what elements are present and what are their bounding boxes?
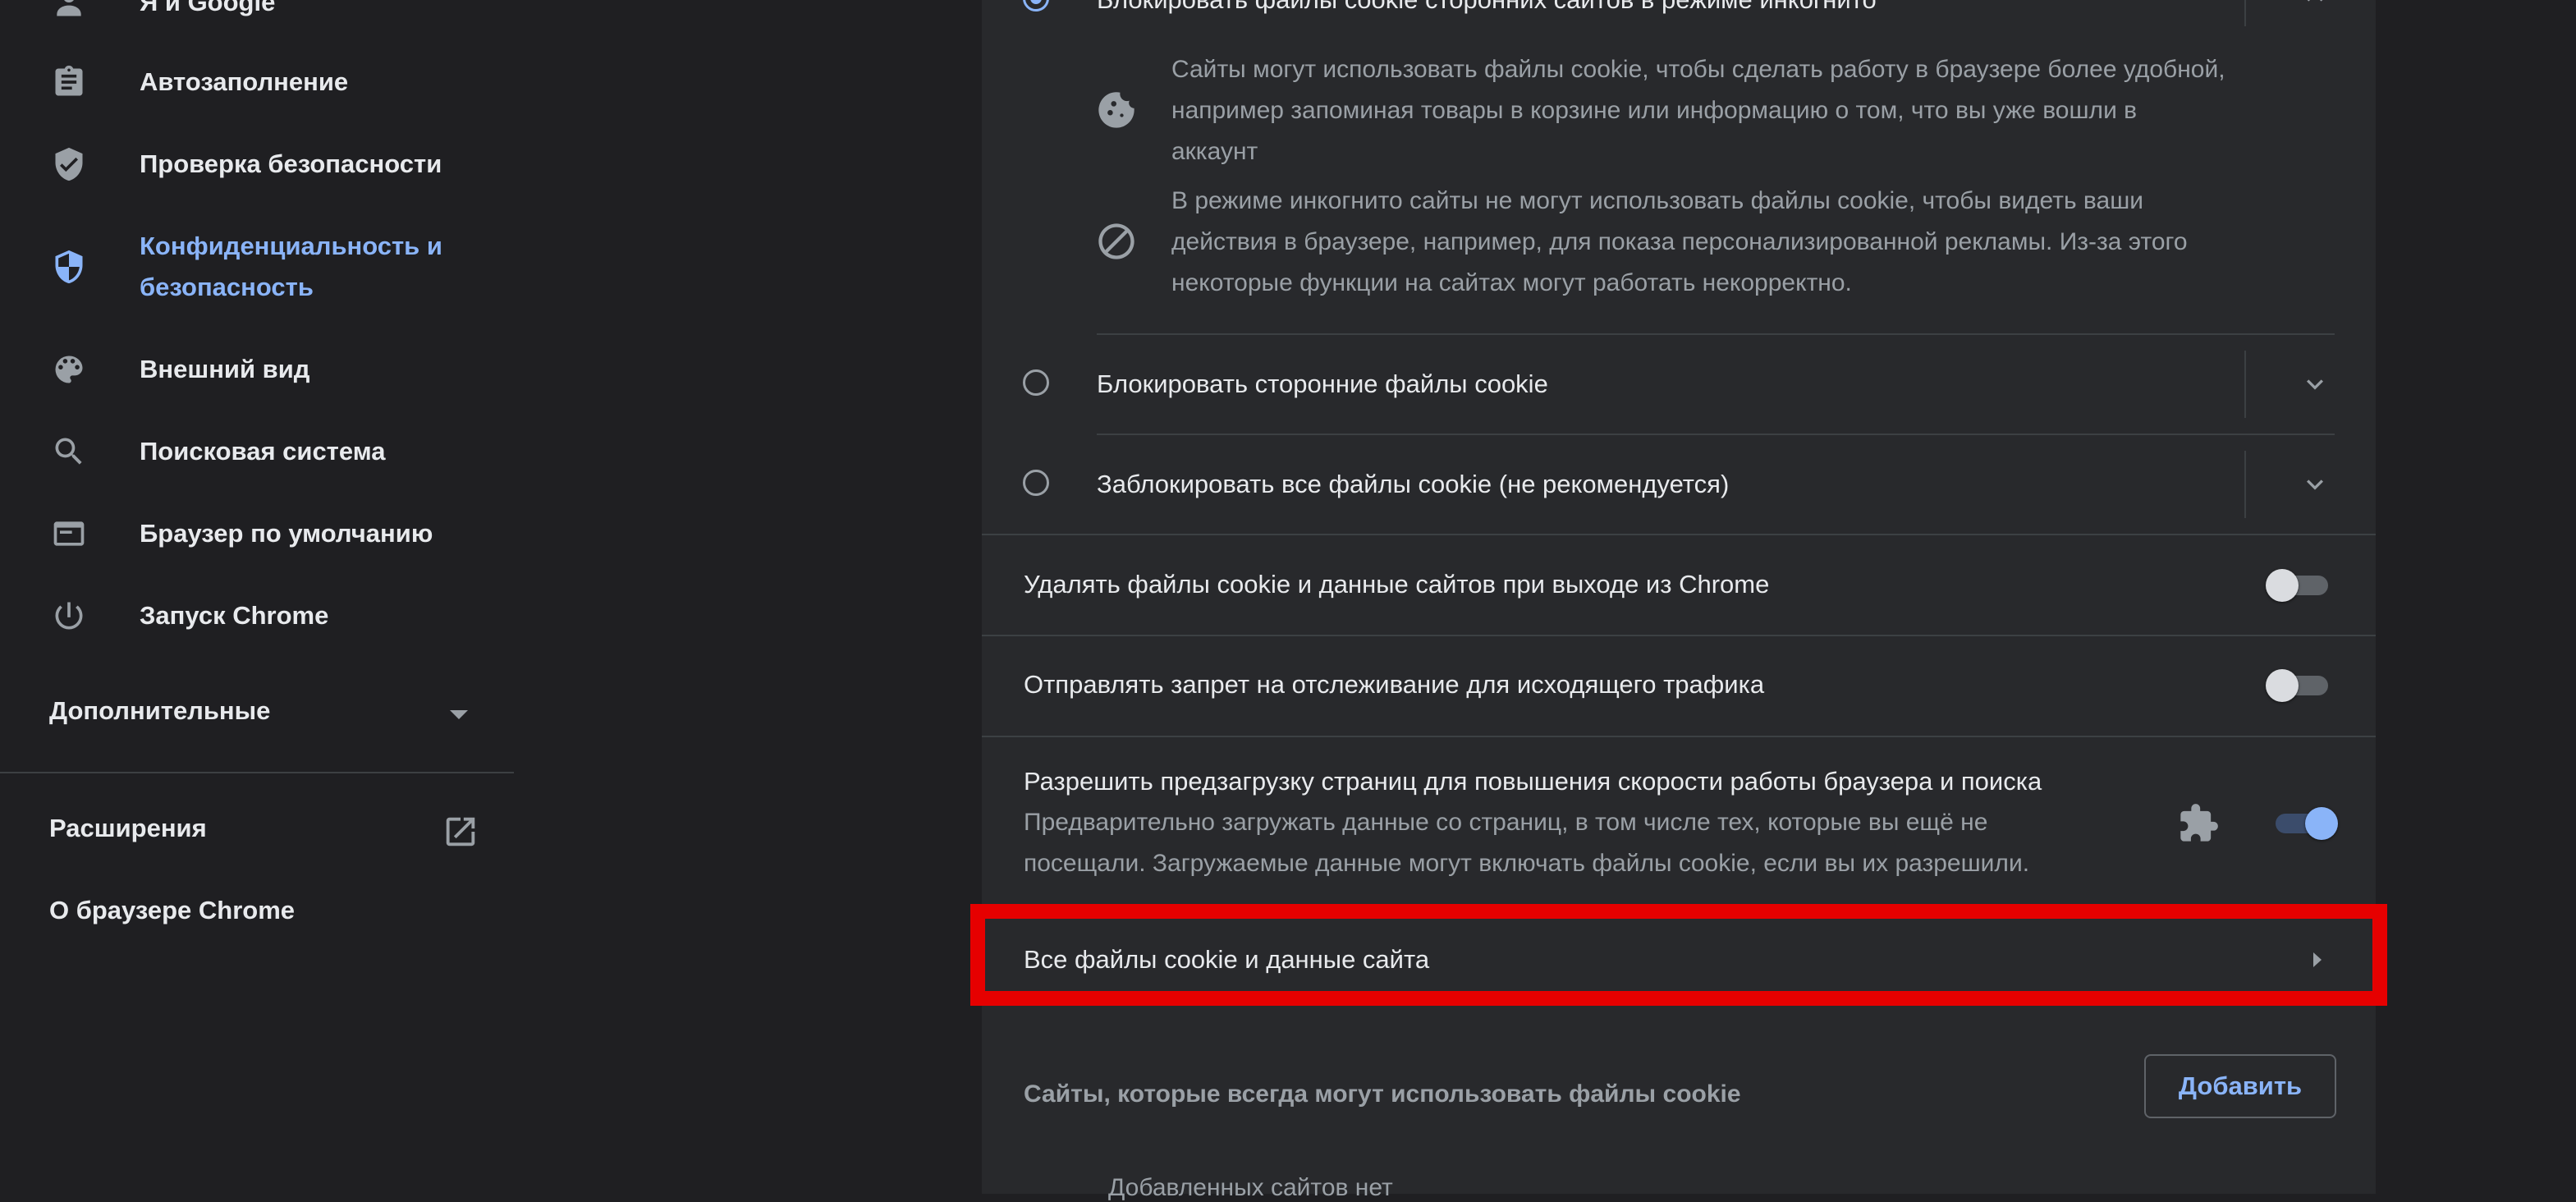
row-vertical-divider (2244, 451, 2246, 518)
search-icon (49, 432, 89, 471)
sidebar-item-label: Я и Google (140, 0, 276, 16)
sidebar-divider (0, 772, 514, 773)
sidebar-item-default-browser[interactable]: Браузер по умолчанию (0, 513, 514, 554)
person-icon (49, 0, 89, 22)
radio-block-all[interactable] (1023, 470, 1049, 496)
allowed-sites-empty-text: Добавленных сайтов нет (1108, 1174, 1393, 1201)
sidebar-item-appearance[interactable]: Внешний вид (0, 349, 514, 390)
sidebar: Я и Google Автозаполнение Проверка безоп… (0, 0, 514, 1194)
browser-window-icon (49, 514, 89, 553)
sidebar-item-you-and-google[interactable]: Я и Google (0, 0, 514, 23)
block-icon (1095, 220, 1138, 263)
option-label: Заблокировать все файлы cookie (не реком… (1097, 470, 1730, 498)
option-label: Блокировать файлы cookie сторонних сайто… (1097, 0, 1877, 15)
radio-block-third-party-incognito[interactable] (1023, 0, 1049, 11)
sidebar-item-safety-check[interactable]: Проверка безопасности (0, 144, 514, 185)
sidebar-item-search-engine[interactable]: Поисковая система (0, 431, 514, 472)
cookies-settings-card: Блокировать файлы cookie сторонних сайто… (982, 0, 2376, 1201)
option-description-line: В режиме инкогнито сайты не могут исполь… (1171, 187, 2144, 214)
chevron-down-icon[interactable] (2299, 368, 2331, 401)
setting-description-line: Предварительно загружать данные со стран… (1024, 809, 1988, 836)
sidebar-item-label: Проверка безопасности (140, 149, 442, 178)
add-allowed-site-button[interactable]: Добавить (2144, 1054, 2336, 1118)
sidebar-item-on-startup[interactable]: Запуск Chrome (0, 595, 514, 636)
shield-half-icon (49, 247, 89, 287)
clear-cookies-on-exit-toggle[interactable] (2266, 563, 2331, 608)
row-divider (982, 635, 2376, 636)
option-description-line: Сайты могут использовать файлы cookie, ч… (1171, 56, 2225, 83)
sidebar-item-label: Автозаполнение (140, 67, 349, 96)
option-description-line: некоторые функции на сайтах могут работа… (1171, 269, 1852, 296)
setting-label: Удалять файлы cookie и данные сайтов при… (1024, 570, 1770, 599)
palette-icon (49, 350, 89, 389)
extension-puzzle-icon (2177, 802, 2220, 845)
sidebar-item-label: Браузер по умолчанию (140, 519, 433, 548)
row-divider (1097, 434, 2335, 435)
sidebar-item-label-line2: безопасность (140, 273, 314, 301)
option-label: Блокировать сторонние файлы cookie (1097, 369, 1548, 398)
row-divider (982, 736, 2376, 737)
allowed-sites-heading: Сайты, которые всегда могут использовать… (1024, 1080, 1741, 1108)
sidebar-item-label: Поисковая система (140, 437, 386, 466)
row-vertical-divider (2244, 351, 2246, 418)
setting-description-line: посещали. Загружаемые данные могут включ… (1024, 850, 2030, 877)
highlight-annotation-box (970, 904, 2387, 1006)
radio-block-third-party[interactable] (1023, 369, 1049, 396)
sidebar-item-autofill[interactable]: Автозаполнение (0, 62, 514, 103)
about-chrome-link[interactable]: О браузере Chrome (49, 896, 295, 925)
power-icon (49, 596, 89, 635)
sidebar-item-label: Конфиденциальность и (140, 232, 442, 260)
open-in-new-icon[interactable] (442, 813, 479, 851)
cookie-icon (1095, 89, 1138, 131)
row-vertical-divider (2244, 0, 2246, 26)
row-divider (1097, 333, 2335, 335)
clipboard-icon (49, 62, 89, 102)
chevron-up-icon[interactable] (2299, 0, 2331, 13)
extensions-link[interactable]: Расширения (49, 814, 207, 843)
chevron-down-icon[interactable] (2299, 468, 2331, 501)
advanced-section-toggle[interactable]: Дополнительные (49, 696, 270, 726)
option-description-line: например запоминая товары в корзине или … (1171, 97, 2138, 124)
shield-check-icon (49, 145, 89, 184)
option-description-line: действия в браузере, например, для показ… (1171, 228, 2188, 255)
setting-label: Отправлять запрет на отслеживание для ис… (1024, 670, 1765, 699)
preload-pages-toggle[interactable] (2272, 801, 2338, 846)
caret-down-icon[interactable] (450, 710, 468, 719)
sidebar-item-label: Внешний вид (140, 355, 310, 383)
row-divider (982, 534, 2376, 535)
do-not-track-toggle[interactable] (2266, 663, 2331, 708)
sidebar-item-label: Запуск Chrome (140, 601, 329, 630)
option-description-line: аккаунт (1171, 138, 1258, 165)
sidebar-item-privacy-security[interactable]: Конфиденциальность и безопасность (0, 226, 514, 308)
setting-label: Разрешить предзагрузку страниц для повыш… (1024, 767, 2042, 796)
